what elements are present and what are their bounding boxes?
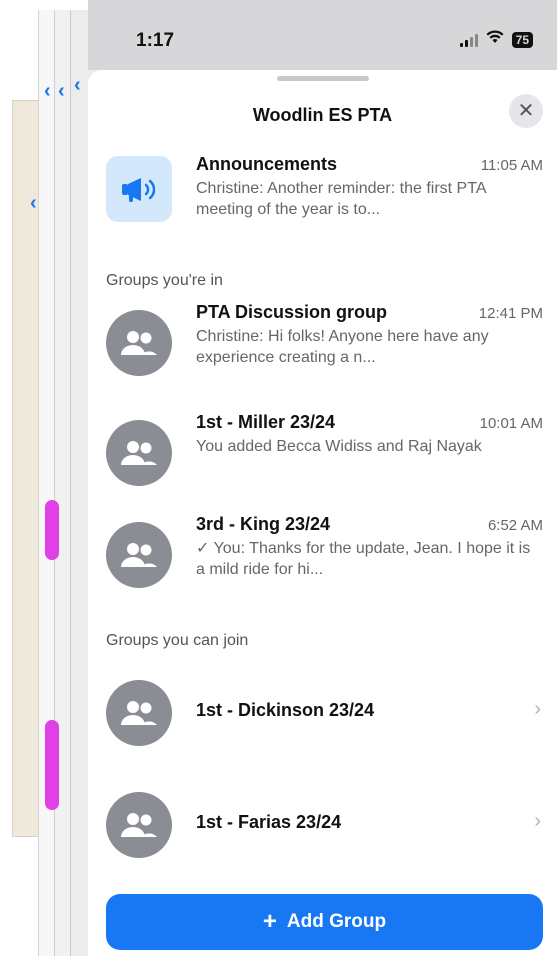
signal-icon <box>459 33 478 47</box>
group-icon <box>106 420 172 486</box>
group-name: 1st - Dickinson 23/24 <box>196 700 375 720</box>
close-button[interactable]: ✕ <box>509 94 543 128</box>
status-time: 1:17 <box>136 30 175 51</box>
announcements-title: Announcements <box>196 154 338 174</box>
group-name: PTA Discussion group <box>196 302 388 322</box>
sheet-grabber[interactable] <box>276 76 369 81</box>
status-bar: 1:17 75 <box>88 0 557 70</box>
group-preview: ✓ You: Thanks for the update, Jean. I ho… <box>196 540 531 578</box>
sheet-title: Woodlin ES PTA <box>252 105 393 125</box>
group-preview: Christine: Hi folks! Anyone here have an… <box>196 328 489 366</box>
chevron-right-icon: › <box>534 698 541 720</box>
background-decoration <box>45 720 59 810</box>
group-row[interactable]: 1st - Miller 23/24 10:01 AM You added Be… <box>106 412 543 502</box>
add-group-button[interactable]: + Add Group <box>106 894 543 950</box>
group-row[interactable]: PTA Discussion group 12:41 PM Christine:… <box>106 302 543 392</box>
group-name: 3rd - King 23/24 <box>196 514 331 534</box>
announcements-row[interactable]: Announcements 11:05 AM Christine: Anothe… <box>106 154 543 234</box>
back-chevron-icon: ‹ <box>58 80 65 102</box>
group-icon <box>106 680 172 746</box>
announcements-text: Announcements 11:05 AM Christine: Anothe… <box>196 154 543 220</box>
group-icon <box>106 792 172 858</box>
joinable-group-row[interactable]: 1st - Farias 23/24 › <box>106 786 543 864</box>
add-group-label: Add Group <box>286 911 387 932</box>
group-row[interactable]: 3rd - King 23/24 6:52 AM ✓ You: Thanks f… <box>106 514 543 604</box>
group-list-sheet: Woodlin ES PTA ✕ Announcements 11:05 AM … <box>88 70 557 956</box>
group-time: 6:52 AM <box>487 517 543 534</box>
group-icon <box>106 522 172 588</box>
close-icon: ✕ <box>517 100 535 122</box>
back-chevron-icon: ‹ <box>74 74 81 96</box>
group-time: 12:41 PM <box>478 305 543 322</box>
battery-icon: 75 <box>511 31 533 48</box>
group-icon <box>106 310 172 376</box>
section-label-groups-join: Groups you can join <box>106 632 249 649</box>
group-name: 1st - Farias 23/24 <box>196 812 342 832</box>
status-icons: 75 <box>459 30 533 49</box>
announcements-preview: Christine: Another reminder: the first P… <box>196 180 486 218</box>
chevron-right-icon: › <box>534 810 541 832</box>
announcements-time: 11:05 AM <box>480 157 543 174</box>
back-chevron-icon: ‹ <box>44 80 51 102</box>
background-decoration <box>45 500 59 560</box>
joinable-group-row[interactable]: 1st - Dickinson 23/24 › <box>106 674 543 752</box>
group-preview: You added Becca Widiss and Raj Nayak <box>196 438 482 455</box>
back-chevron-icon: ‹ <box>30 192 37 214</box>
megaphone-icon <box>106 156 172 222</box>
group-time: 10:01 AM <box>479 415 543 432</box>
group-name: 1st - Miller 23/24 <box>196 412 336 432</box>
wifi-icon <box>486 30 504 49</box>
plus-icon: + <box>262 908 277 935</box>
section-label-groups-in: Groups you're in <box>106 272 223 289</box>
